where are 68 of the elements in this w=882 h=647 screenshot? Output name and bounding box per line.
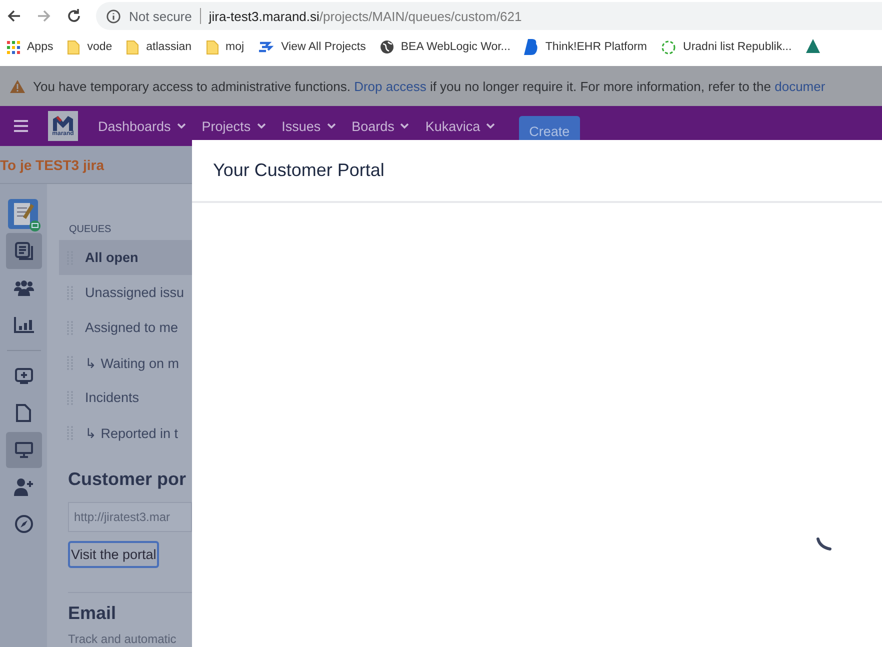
info-icon — [106, 8, 121, 24]
nav-menu[interactable]: Boards — [346, 118, 416, 134]
popup-title: Customer por — [68, 469, 188, 490]
back-arrow-icon[interactable] — [6, 8, 22, 24]
queue-item[interactable]: Incidents — [59, 380, 192, 415]
queue-item[interactable]: Unassigned issu — [59, 275, 192, 310]
triangle-logo-icon — [806, 39, 820, 55]
drag-handle-icon — [67, 426, 73, 440]
bookmark[interactable]: atlassian — [126, 40, 192, 54]
list-tray-icon — [14, 242, 32, 260]
visit-portal-button[interactable]: Visit the portal — [68, 541, 160, 568]
menu-icon[interactable] — [14, 120, 28, 132]
bookmark[interactable]: moj — [206, 40, 244, 54]
queue-item[interactable]: ↳ Waiting on m — [59, 345, 192, 380]
b-shape-logo-icon — [524, 39, 538, 55]
people-group-icon — [14, 280, 34, 296]
document-icon — [16, 404, 31, 422]
bookmark[interactable] — [806, 39, 820, 55]
bookmark[interactable]: Think!EHR Platform — [524, 39, 648, 55]
address-bar[interactable]: Not secure jira-test3.marand.si/projects/MAIN/queues/custom/621 — [96, 2, 882, 30]
project-title: To je TEST3 jira — [0, 146, 192, 184]
security-label: Not secure — [129, 8, 192, 24]
reload-icon[interactable] — [66, 8, 82, 24]
circle-logo-icon — [661, 40, 676, 54]
person-add-icon — [14, 478, 34, 496]
queue-item[interactable]: ↳ Reported in t — [59, 415, 192, 450]
drag-handle-icon — [67, 286, 73, 300]
documentation-link[interactable]: documer — [774, 78, 826, 94]
folder-icon — [126, 40, 140, 54]
bookmark[interactable]: Uradni list Republik... — [661, 40, 792, 54]
monitor-icon — [14, 442, 32, 458]
queues-heading: QUEUES — [69, 224, 112, 235]
queue-item[interactable]: Assigned to me — [59, 310, 192, 345]
apps-grid-icon — [7, 40, 20, 54]
nav-menu[interactable]: Issues — [276, 118, 342, 134]
chevron-down-icon — [326, 123, 336, 129]
bookmark[interactable]: BEA WebLogic Wor... — [380, 40, 510, 54]
sidebar-item[interactable] — [6, 233, 42, 269]
folder-icon — [206, 40, 219, 54]
chevron-down-icon — [486, 123, 496, 129]
compass-icon — [14, 515, 32, 533]
stacked-arrows-icon — [258, 40, 274, 54]
email-description: Track and automatic — [68, 632, 178, 646]
chevron-down-icon — [176, 123, 186, 129]
drop-access-link[interactable]: Drop access — [354, 78, 426, 94]
m-logo-icon — [51, 115, 75, 131]
bar-chart-icon — [14, 317, 34, 333]
warning-icon — [10, 80, 25, 92]
banner-message: You have temporary access to administrative functions. Drop access if you no longer require it. For more information, refer to the documer — [33, 78, 826, 94]
folder-icon — [67, 40, 80, 54]
globe-icon — [380, 40, 394, 54]
drag-handle-icon — [67, 390, 73, 404]
nav-menu[interactable]: Kukavica — [419, 118, 502, 134]
project-avatar-icon[interactable] — [6, 198, 40, 232]
chevron-down-icon — [256, 123, 266, 129]
sidebar-item[interactable] — [6, 432, 42, 468]
queue-item[interactable]: All open — [59, 240, 192, 275]
drag-handle-icon — [67, 320, 73, 334]
modal-title: Your Customer Portal — [213, 160, 384, 181]
drag-handle-icon — [67, 356, 73, 370]
nav-menu[interactable]: Dashboards — [92, 118, 192, 134]
bookmark[interactable]: vode — [67, 40, 112, 54]
bookmark[interactable]: View All Projects — [258, 40, 366, 54]
bookmark[interactable]: Apps — [7, 40, 54, 54]
chevron-down-icon — [400, 123, 410, 129]
url-text: jira-test3.marand.si/projects/MAIN/queues/custom/621 — [208, 8, 522, 24]
add-box-icon — [14, 368, 32, 384]
nav-menu[interactable]: Projects — [196, 118, 272, 134]
